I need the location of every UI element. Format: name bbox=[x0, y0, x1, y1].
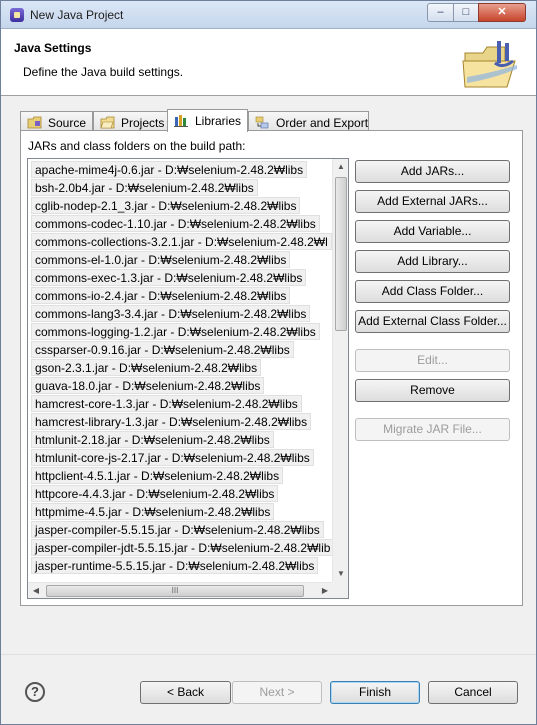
list-item[interactable]: cglib-nodep-2.1_3.jar - D:₩selenium-2.48… bbox=[31, 197, 301, 214]
edit-button[interactable]: Edit... bbox=[355, 349, 510, 372]
list-item[interactable]: commons-el-1.0.jar - D:₩selenium-2.48.2₩… bbox=[31, 251, 291, 268]
title-bar[interactable]: New Java Project – □ ✕ bbox=[1, 1, 536, 29]
finish-button[interactable]: Finish bbox=[330, 681, 420, 704]
tab-source-label: Source bbox=[48, 116, 87, 130]
list-item[interactable]: commons-codec-1.10.jar - D:₩selenium-2.4… bbox=[31, 215, 320, 232]
list-item[interactable]: commons-logging-1.2.jar - D:₩selenium-2.… bbox=[31, 323, 320, 340]
scroll-down-arrow-icon[interactable]: ▼ bbox=[333, 566, 348, 582]
list-item[interactable]: commons-lang3-3.4.jar - D:₩selenium-2.48… bbox=[31, 305, 311, 322]
migrate-jar-file-button[interactable]: Migrate JAR File... bbox=[355, 418, 510, 441]
vertical-scrollbar[interactable]: ▲ ▼ bbox=[332, 159, 348, 582]
cancel-button[interactable]: Cancel bbox=[428, 681, 518, 704]
build-path-list[interactable]: apache-mime4j-0.6.jar - D:₩selenium-2.48… bbox=[27, 158, 349, 599]
close-button[interactable]: ✕ bbox=[478, 3, 526, 22]
list-item[interactable]: httpclient-4.5.1.jar - D:₩selenium-2.48.… bbox=[31, 467, 284, 484]
window-title: New Java Project bbox=[30, 8, 124, 22]
libraries-panel: JARs and class folders on the build path… bbox=[20, 130, 523, 606]
scroll-right-arrow-icon[interactable]: ▶ bbox=[317, 583, 333, 598]
java-folder-wizard-icon bbox=[462, 41, 517, 88]
page-description: Define the Java build settings. bbox=[23, 65, 184, 79]
add-external-class-folder-button[interactable]: Add External Class Folder... bbox=[355, 310, 510, 333]
help-icon[interactable]: ? bbox=[25, 682, 45, 702]
list-item[interactable]: gson-2.3.1.jar - D:₩selenium-2.48.2₩libs bbox=[31, 359, 262, 376]
build-path-list-viewport: apache-mime4j-0.6.jar - D:₩selenium-2.48… bbox=[28, 159, 333, 582]
maximize-button[interactable]: □ bbox=[453, 3, 479, 22]
tab-order-and-export[interactable]: Order and Export bbox=[248, 111, 369, 132]
scroll-up-arrow-icon[interactable]: ▲ bbox=[333, 159, 348, 175]
list-item[interactable]: guava-18.0.jar - D:₩selenium-2.48.2₩libs bbox=[31, 377, 265, 394]
list-item[interactable]: htmlunit-core-js-2.17.jar - D:₩selenium-… bbox=[31, 449, 314, 466]
add-variable-button[interactable]: Add Variable... bbox=[355, 220, 510, 243]
next-button[interactable]: Next > bbox=[232, 681, 322, 704]
tab-source[interactable]: Source bbox=[20, 111, 93, 132]
source-folder-icon bbox=[27, 116, 42, 129]
list-item[interactable]: hamcrest-core-1.3.jar - D:₩selenium-2.48… bbox=[31, 395, 302, 412]
tab-projects[interactable]: Projects bbox=[93, 111, 168, 132]
tab-libraries-label: Libraries bbox=[195, 114, 242, 128]
tab-order-and-export-label: Order and Export bbox=[276, 116, 369, 130]
list-item[interactable]: cssparser-0.9.16.jar - D:₩selenium-2.48.… bbox=[31, 341, 294, 358]
build-path-label: JARs and class folders on the build path… bbox=[28, 139, 246, 153]
back-button[interactable]: < Back bbox=[140, 681, 231, 704]
scroll-left-arrow-icon[interactable]: ◀ bbox=[28, 583, 44, 598]
list-item[interactable]: htmlunit-2.18.jar - D:₩selenium-2.48.2₩l… bbox=[31, 431, 274, 448]
order-export-icon bbox=[255, 116, 269, 129]
footer-separator bbox=[1, 654, 536, 655]
scrollbar-corner bbox=[332, 582, 348, 598]
tab-libraries[interactable]: Libraries bbox=[167, 109, 248, 132]
list-item[interactable]: httpcore-4.4.3.jar - D:₩selenium-2.48.2₩… bbox=[31, 485, 279, 502]
page-title: Java Settings bbox=[14, 41, 92, 55]
add-jars-button[interactable]: Add JARs... bbox=[355, 160, 510, 183]
list-item[interactable]: jasper-runtime-5.5.15.jar - D:₩selenium-… bbox=[31, 557, 319, 574]
projects-icon bbox=[100, 116, 115, 129]
add-external-jars-button[interactable]: Add External JARs... bbox=[355, 190, 510, 213]
list-item[interactable]: jasper-compiler-5.5.15.jar - D:₩selenium… bbox=[31, 521, 324, 538]
add-class-folder-button[interactable]: Add Class Folder... bbox=[355, 280, 510, 303]
list-item[interactable]: commons-exec-1.3.jar - D:₩selenium-2.48.… bbox=[31, 269, 307, 286]
new-java-project-window: New Java Project – □ ✕ Java Settings Def… bbox=[0, 0, 537, 725]
eclipse-window-icon bbox=[10, 8, 24, 22]
list-item[interactable]: commons-io-2.4.jar - D:₩selenium-2.48.2₩… bbox=[31, 287, 291, 304]
horizontal-scrollbar[interactable]: ◀ III ▶ bbox=[28, 582, 333, 598]
add-library-button[interactable]: Add Library... bbox=[355, 250, 510, 273]
minimize-button[interactable]: – bbox=[427, 3, 454, 22]
tab-projects-label: Projects bbox=[121, 116, 165, 130]
vertical-scroll-thumb[interactable] bbox=[335, 177, 347, 331]
libraries-icon bbox=[174, 115, 188, 127]
list-item[interactable]: commons-collections-3.2.1.jar - D:₩selen… bbox=[31, 233, 332, 250]
list-item[interactable]: apache-mime4j-0.6.jar - D:₩selenium-2.48… bbox=[31, 161, 308, 178]
horizontal-scroll-thumb[interactable]: III bbox=[46, 585, 304, 597]
list-item[interactable]: bsh-2.0b4.jar - D:₩selenium-2.48.2₩libs bbox=[31, 179, 258, 196]
list-item[interactable]: httpmime-4.5.jar - D:₩selenium-2.48.2₩li… bbox=[31, 503, 275, 520]
wizard-banner: Java Settings Define the Java build sett… bbox=[1, 29, 536, 96]
remove-button[interactable]: Remove bbox=[355, 379, 510, 402]
list-item[interactable]: jasper-compiler-jdt-5.5.15.jar - D:₩sele… bbox=[31, 539, 333, 556]
list-item[interactable]: hamcrest-library-1.3.jar - D:₩selenium-2… bbox=[31, 413, 312, 430]
